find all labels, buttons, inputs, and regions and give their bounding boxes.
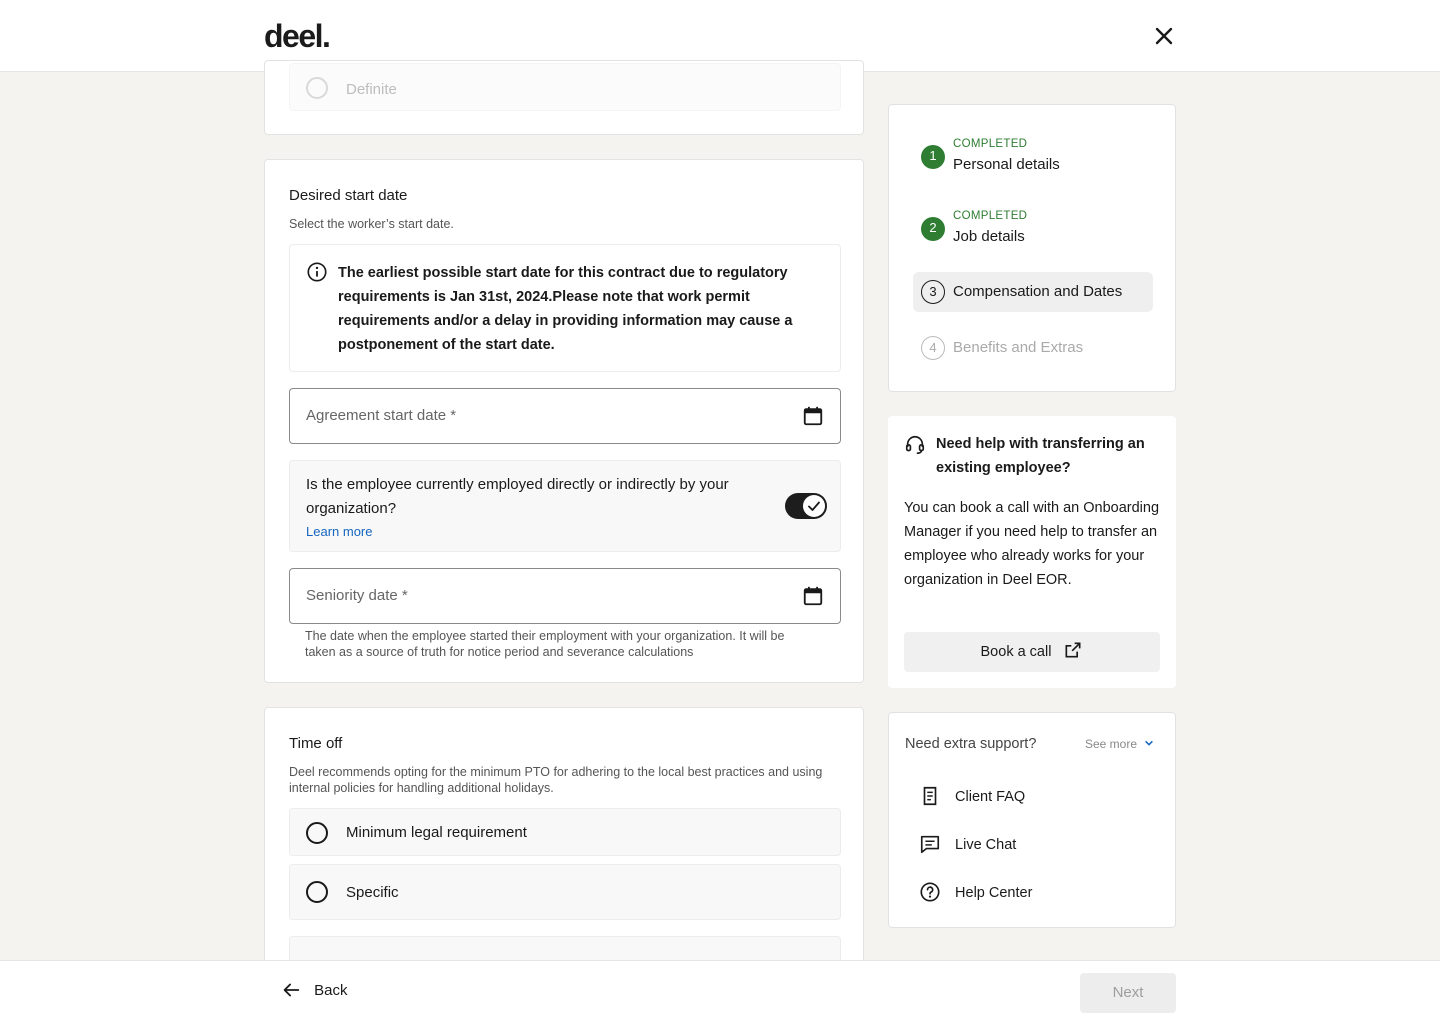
check-icon — [808, 501, 820, 511]
support-item-label: Live Chat — [955, 837, 1017, 853]
radio-definite[interactable]: Definite — [289, 63, 841, 111]
chevron-down-icon — [1145, 740, 1154, 746]
headset-icon — [905, 435, 925, 455]
step-number: 2 — [921, 217, 945, 241]
step-number: 4 — [921, 336, 945, 360]
close-icon[interactable] — [1150, 22, 1178, 50]
help-body: You can book a call with an Onboarding M… — [904, 500, 1160, 588]
arrow-left-icon — [283, 983, 300, 997]
support-item-label: Help Center — [955, 885, 1033, 901]
see-more-link[interactable]: See more — [1085, 737, 1154, 751]
next-button[interactable]: Next — [1080, 973, 1176, 1013]
extra-support-card: Need extra support? See more Client FAQ … — [888, 712, 1176, 928]
section-title: Time off — [289, 735, 343, 752]
help-title: Need help with transferring an existing … — [936, 436, 1145, 476]
document-icon — [923, 786, 937, 806]
step-label: Job details — [953, 228, 1025, 245]
info-banner: The earliest possible start date for thi… — [289, 244, 841, 372]
chat-icon — [920, 835, 940, 854]
step-label: Compensation and Dates — [953, 283, 1123, 300]
radio-circle[interactable] — [306, 77, 328, 99]
radio-label: Definite — [346, 81, 397, 98]
step-job-details[interactable]: 2 COMPLETED Job details — [913, 207, 1153, 251]
step-status: COMPLETED — [953, 138, 1028, 150]
seniority-help-text: The date when the employee started their… — [305, 629, 785, 659]
button-label: Book a call — [980, 644, 1052, 660]
step-personal-details[interactable]: 1 COMPLETED Personal details — [913, 135, 1153, 179]
transfer-help-card: Need help with transferring an existing … — [888, 416, 1176, 688]
back-button[interactable]: Back — [280, 979, 348, 1007]
step-benefits-and-extras[interactable]: 4 Benefits and Extras — [913, 328, 1153, 368]
radio-label: Minimum legal requirement — [346, 824, 527, 841]
deel-logo[interactable]: deel. — [264, 18, 331, 55]
radio-label: Specific — [346, 884, 399, 901]
external-link-icon — [1065, 642, 1081, 658]
toggle-knob — [803, 495, 825, 517]
see-more-label: See more — [1085, 737, 1138, 751]
start-date-card: Desired start date Select the worker’s s… — [264, 159, 864, 683]
section-title: Desired start date — [289, 187, 408, 204]
question-circle-icon — [920, 882, 940, 902]
time-off-card: Time off Deel recommends opting for the … — [264, 707, 864, 984]
step-compensation-and-dates[interactable]: 3 Compensation and Dates — [913, 272, 1153, 312]
field-placeholder: Agreement start date * — [306, 407, 457, 424]
step-status: COMPLETED — [953, 210, 1028, 222]
field-placeholder: Seniority date * — [306, 587, 408, 604]
employed-toggle[interactable] — [785, 493, 827, 519]
progress-steps-card: 1 COMPLETED Personal details 2 COMPLETED… — [888, 104, 1176, 392]
calendar-icon[interactable] — [802, 585, 824, 607]
help-center-link[interactable]: Help Center — [919, 881, 1032, 903]
radio-circle[interactable] — [306, 881, 328, 903]
bottom-bar: Back Next — [0, 960, 1440, 1024]
learn-more-link[interactable]: Learn more — [306, 524, 372, 539]
info-text: The earliest possible start date for thi… — [338, 265, 793, 353]
radio-specific[interactable]: Specific — [289, 864, 841, 920]
section-subtitle: Deel recommends opting for the minimum P… — [289, 765, 823, 795]
contract-type-card: Definite — [264, 60, 864, 135]
client-faq-link[interactable]: Client FAQ — [919, 785, 1025, 807]
agreement-start-date-field[interactable]: Agreement start date * — [289, 388, 841, 444]
step-label: Benefits and Extras — [953, 339, 1084, 356]
book-a-call-button[interactable]: Book a call — [904, 632, 1160, 672]
step-number: 3 — [921, 280, 945, 304]
support-item-label: Client FAQ — [955, 789, 1026, 805]
radio-circle[interactable] — [306, 822, 328, 844]
calendar-icon[interactable] — [802, 405, 824, 427]
employed-question-box: Is the employee currently employed direc… — [289, 460, 841, 552]
back-label: Back — [314, 982, 348, 999]
section-subtitle: Select the worker’s start date. — [289, 217, 454, 231]
support-title: Need extra support? — [905, 736, 1037, 752]
info-icon — [307, 262, 327, 282]
live-chat-link[interactable]: Live Chat — [919, 833, 1016, 855]
radio-minimum-legal[interactable]: Minimum legal requirement — [289, 808, 841, 856]
step-number: 1 — [921, 145, 945, 169]
employed-question: Is the employee currently employed direc… — [306, 476, 729, 517]
step-label: Personal details — [953, 156, 1060, 173]
seniority-date-field[interactable]: Seniority date * — [289, 568, 841, 624]
